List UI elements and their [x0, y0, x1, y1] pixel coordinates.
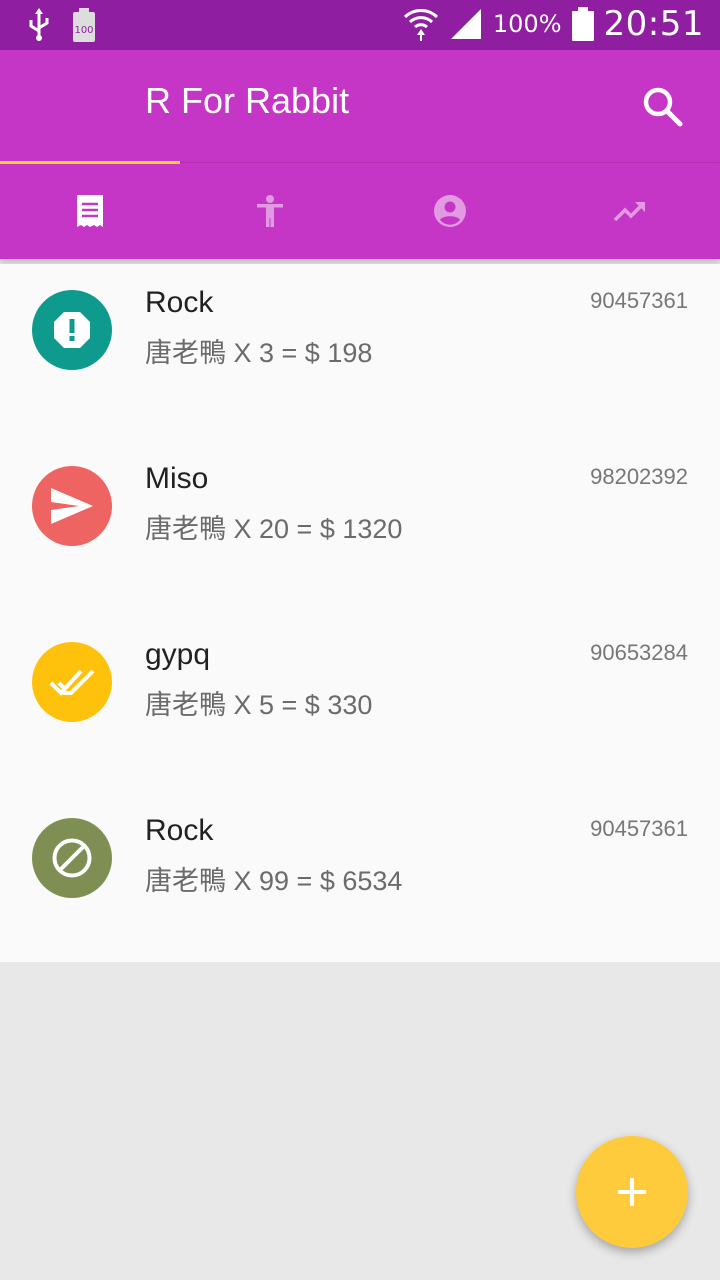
add-icon	[618, 1178, 646, 1206]
phone-number: 90457361	[590, 816, 688, 841]
customer-name: Miso	[145, 462, 209, 495]
order-detail: 唐老鴨 X 20 = $ 1320	[145, 514, 403, 544]
svg-text:100: 100	[74, 25, 93, 36]
search-icon[interactable]	[640, 84, 686, 130]
phone-number: 90457361	[590, 288, 688, 313]
item-avatar	[32, 642, 112, 722]
customer-name: gypq	[145, 638, 211, 671]
usb-icon	[29, 8, 49, 41]
phone-number: 90653284	[590, 640, 688, 665]
tab-people[interactable]	[180, 163, 360, 259]
tab-bar	[0, 161, 720, 259]
tab-account[interactable]	[360, 163, 540, 259]
app-bar: R For Rabbit	[0, 50, 720, 162]
status-left-icons: 100	[26, 8, 96, 42]
customer-name: Rock	[145, 814, 214, 847]
report-icon	[54, 312, 90, 348]
trending-up-icon	[613, 202, 645, 222]
tab-orders[interactable]	[0, 163, 180, 259]
status-bar: 100 100% 20:51	[0, 0, 720, 50]
item-avatar	[32, 290, 112, 370]
clock: 20:51	[603, 4, 704, 44]
add-order-button[interactable]	[576, 1136, 688, 1248]
block-icon	[52, 838, 92, 878]
order-detail: 唐老鴨 X 5 = $ 330	[145, 690, 373, 720]
battery-saver-icon: 100	[73, 8, 95, 42]
order-list: Rock 唐老鴨 X 3 = $ 198 90457361 Miso 唐老鴨 X…	[0, 264, 720, 962]
order-detail: 唐老鴨 X 99 = $ 6534	[145, 866, 403, 896]
tab-stats[interactable]	[540, 163, 720, 259]
app-title: R For Rabbit	[145, 80, 350, 121]
battery-icon	[571, 7, 594, 41]
receipt-icon	[77, 195, 103, 227]
list-item[interactable]: gypq 唐老鴨 X 5 = $ 330 90653284	[0, 616, 720, 792]
order-detail: 唐老鴨 X 3 = $ 198	[145, 338, 373, 368]
account-circle-icon	[434, 195, 466, 227]
list-item[interactable]: Rock 唐老鴨 X 99 = $ 6534 90457361	[0, 792, 720, 968]
customer-name: Rock	[145, 286, 214, 319]
wifi-icon	[403, 9, 438, 41]
signal-icon	[450, 9, 481, 39]
list-item[interactable]: Rock 唐老鴨 X 3 = $ 198 90457361	[0, 264, 720, 440]
list-item[interactable]: Miso 唐老鴨 X 20 = $ 1320 98202392	[0, 440, 720, 616]
item-avatar	[32, 818, 112, 898]
battery-percent: 100%	[492, 10, 562, 38]
status-right-icons: 100% 20:51	[403, 4, 704, 44]
phone-number: 98202392	[590, 464, 688, 489]
accessibility-icon	[257, 195, 283, 227]
item-avatar	[32, 466, 112, 546]
send-icon	[51, 488, 93, 524]
done-all-icon	[49, 669, 95, 696]
